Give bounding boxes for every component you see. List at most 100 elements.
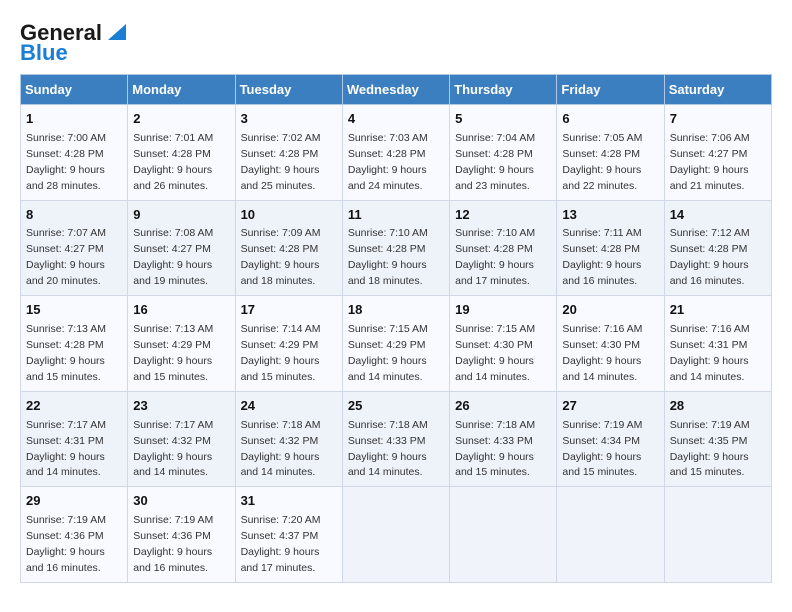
day-number: 27: [562, 397, 658, 416]
day-info: Sunrise: 7:17 AMSunset: 4:32 PMDaylight:…: [133, 419, 213, 479]
day-info: Sunrise: 7:04 AMSunset: 4:28 PMDaylight:…: [455, 132, 535, 192]
day-info: Sunrise: 7:05 AMSunset: 4:28 PMDaylight:…: [562, 132, 642, 192]
day-number: 29: [26, 492, 122, 511]
calendar-cell: 10 Sunrise: 7:09 AMSunset: 4:28 PMDaylig…: [235, 200, 342, 296]
calendar-cell: 22 Sunrise: 7:17 AMSunset: 4:31 PMDaylig…: [21, 391, 128, 487]
calendar-cell: [557, 487, 664, 583]
calendar-week-5: 29 Sunrise: 7:19 AMSunset: 4:36 PMDaylig…: [21, 487, 772, 583]
logo-blue: Blue: [20, 40, 68, 66]
day-number: 21: [670, 301, 766, 320]
calendar-cell: 20 Sunrise: 7:16 AMSunset: 4:30 PMDaylig…: [557, 296, 664, 392]
calendar-header-saturday: Saturday: [664, 75, 771, 105]
calendar-cell: 4 Sunrise: 7:03 AMSunset: 4:28 PMDayligh…: [342, 105, 449, 201]
calendar-week-3: 15 Sunrise: 7:13 AMSunset: 4:28 PMDaylig…: [21, 296, 772, 392]
calendar-cell: 27 Sunrise: 7:19 AMSunset: 4:34 PMDaylig…: [557, 391, 664, 487]
day-info: Sunrise: 7:10 AMSunset: 4:28 PMDaylight:…: [455, 227, 535, 287]
day-info: Sunrise: 7:16 AMSunset: 4:30 PMDaylight:…: [562, 323, 642, 383]
calendar-cell: 30 Sunrise: 7:19 AMSunset: 4:36 PMDaylig…: [128, 487, 235, 583]
calendar-cell: 23 Sunrise: 7:17 AMSunset: 4:32 PMDaylig…: [128, 391, 235, 487]
day-number: 20: [562, 301, 658, 320]
calendar-cell: 2 Sunrise: 7:01 AMSunset: 4:28 PMDayligh…: [128, 105, 235, 201]
day-number: 12: [455, 206, 551, 225]
day-number: 19: [455, 301, 551, 320]
calendar-cell: [450, 487, 557, 583]
calendar-week-4: 22 Sunrise: 7:17 AMSunset: 4:31 PMDaylig…: [21, 391, 772, 487]
day-number: 31: [241, 492, 337, 511]
day-number: 5: [455, 110, 551, 129]
day-number: 11: [348, 206, 444, 225]
calendar-cell: 3 Sunrise: 7:02 AMSunset: 4:28 PMDayligh…: [235, 105, 342, 201]
calendar-cell: 25 Sunrise: 7:18 AMSunset: 4:33 PMDaylig…: [342, 391, 449, 487]
calendar-cell: [342, 487, 449, 583]
day-info: Sunrise: 7:10 AMSunset: 4:28 PMDaylight:…: [348, 227, 428, 287]
calendar-table: SundayMondayTuesdayWednesdayThursdayFrid…: [20, 74, 772, 583]
day-info: Sunrise: 7:09 AMSunset: 4:28 PMDaylight:…: [241, 227, 321, 287]
calendar-cell: 29 Sunrise: 7:19 AMSunset: 4:36 PMDaylig…: [21, 487, 128, 583]
day-number: 6: [562, 110, 658, 129]
day-info: Sunrise: 7:01 AMSunset: 4:28 PMDaylight:…: [133, 132, 213, 192]
calendar-cell: 5 Sunrise: 7:04 AMSunset: 4:28 PMDayligh…: [450, 105, 557, 201]
day-info: Sunrise: 7:07 AMSunset: 4:27 PMDaylight:…: [26, 227, 106, 287]
calendar-cell: 31 Sunrise: 7:20 AMSunset: 4:37 PMDaylig…: [235, 487, 342, 583]
day-info: Sunrise: 7:19 AMSunset: 4:36 PMDaylight:…: [133, 514, 213, 574]
calendar-cell: 1 Sunrise: 7:00 AMSunset: 4:28 PMDayligh…: [21, 105, 128, 201]
day-number: 15: [26, 301, 122, 320]
day-number: 4: [348, 110, 444, 129]
calendar-cell: [664, 487, 771, 583]
day-info: Sunrise: 7:18 AMSunset: 4:32 PMDaylight:…: [241, 419, 321, 479]
day-info: Sunrise: 7:13 AMSunset: 4:28 PMDaylight:…: [26, 323, 106, 383]
calendar-header-friday: Friday: [557, 75, 664, 105]
day-info: Sunrise: 7:13 AMSunset: 4:29 PMDaylight:…: [133, 323, 213, 383]
calendar-cell: 15 Sunrise: 7:13 AMSunset: 4:28 PMDaylig…: [21, 296, 128, 392]
calendar-cell: 28 Sunrise: 7:19 AMSunset: 4:35 PMDaylig…: [664, 391, 771, 487]
calendar-cell: 19 Sunrise: 7:15 AMSunset: 4:30 PMDaylig…: [450, 296, 557, 392]
day-info: Sunrise: 7:00 AMSunset: 4:28 PMDaylight:…: [26, 132, 106, 192]
day-info: Sunrise: 7:11 AMSunset: 4:28 PMDaylight:…: [562, 227, 641, 287]
day-number: 24: [241, 397, 337, 416]
day-number: 23: [133, 397, 229, 416]
calendar-cell: 26 Sunrise: 7:18 AMSunset: 4:33 PMDaylig…: [450, 391, 557, 487]
logo-triangle-icon: [104, 22, 126, 44]
calendar-week-2: 8 Sunrise: 7:07 AMSunset: 4:27 PMDayligh…: [21, 200, 772, 296]
calendar-header-monday: Monday: [128, 75, 235, 105]
calendar-cell: 17 Sunrise: 7:14 AMSunset: 4:29 PMDaylig…: [235, 296, 342, 392]
calendar-header-wednesday: Wednesday: [342, 75, 449, 105]
calendar-header-row: SundayMondayTuesdayWednesdayThursdayFrid…: [21, 75, 772, 105]
calendar-cell: 7 Sunrise: 7:06 AMSunset: 4:27 PMDayligh…: [664, 105, 771, 201]
day-number: 13: [562, 206, 658, 225]
day-number: 7: [670, 110, 766, 129]
logo: General Blue: [20, 20, 126, 66]
day-info: Sunrise: 7:16 AMSunset: 4:31 PMDaylight:…: [670, 323, 750, 383]
calendar-cell: 8 Sunrise: 7:07 AMSunset: 4:27 PMDayligh…: [21, 200, 128, 296]
calendar-cell: 9 Sunrise: 7:08 AMSunset: 4:27 PMDayligh…: [128, 200, 235, 296]
calendar-cell: 12 Sunrise: 7:10 AMSunset: 4:28 PMDaylig…: [450, 200, 557, 296]
day-info: Sunrise: 7:15 AMSunset: 4:30 PMDaylight:…: [455, 323, 535, 383]
calendar-cell: 13 Sunrise: 7:11 AMSunset: 4:28 PMDaylig…: [557, 200, 664, 296]
day-number: 3: [241, 110, 337, 129]
page-header: General Blue: [20, 16, 772, 66]
calendar-header-tuesday: Tuesday: [235, 75, 342, 105]
day-info: Sunrise: 7:12 AMSunset: 4:28 PMDaylight:…: [670, 227, 750, 287]
day-number: 28: [670, 397, 766, 416]
day-number: 1: [26, 110, 122, 129]
day-info: Sunrise: 7:18 AMSunset: 4:33 PMDaylight:…: [455, 419, 535, 479]
day-number: 22: [26, 397, 122, 416]
day-number: 10: [241, 206, 337, 225]
day-info: Sunrise: 7:20 AMSunset: 4:37 PMDaylight:…: [241, 514, 321, 574]
day-number: 2: [133, 110, 229, 129]
calendar-cell: 11 Sunrise: 7:10 AMSunset: 4:28 PMDaylig…: [342, 200, 449, 296]
calendar-header-thursday: Thursday: [450, 75, 557, 105]
day-info: Sunrise: 7:18 AMSunset: 4:33 PMDaylight:…: [348, 419, 428, 479]
calendar-cell: 6 Sunrise: 7:05 AMSunset: 4:28 PMDayligh…: [557, 105, 664, 201]
calendar-header-sunday: Sunday: [21, 75, 128, 105]
calendar-cell: 24 Sunrise: 7:18 AMSunset: 4:32 PMDaylig…: [235, 391, 342, 487]
day-info: Sunrise: 7:06 AMSunset: 4:27 PMDaylight:…: [670, 132, 750, 192]
day-info: Sunrise: 7:02 AMSunset: 4:28 PMDaylight:…: [241, 132, 321, 192]
day-number: 14: [670, 206, 766, 225]
day-info: Sunrise: 7:17 AMSunset: 4:31 PMDaylight:…: [26, 419, 106, 479]
calendar-cell: 21 Sunrise: 7:16 AMSunset: 4:31 PMDaylig…: [664, 296, 771, 392]
day-number: 17: [241, 301, 337, 320]
day-number: 30: [133, 492, 229, 511]
day-number: 16: [133, 301, 229, 320]
day-info: Sunrise: 7:14 AMSunset: 4:29 PMDaylight:…: [241, 323, 321, 383]
